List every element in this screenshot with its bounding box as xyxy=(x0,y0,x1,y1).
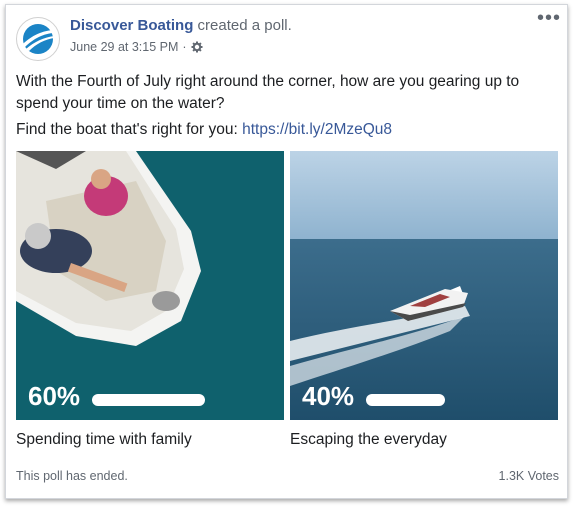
page-avatar[interactable] xyxy=(16,17,60,61)
option-label-family: Spending time with family xyxy=(16,431,192,448)
link-prefix: Find the boat that's right for you: xyxy=(16,121,238,138)
poll-vote-count[interactable]: 1.3K Votes xyxy=(499,469,559,483)
discover-boating-logo-icon xyxy=(23,24,55,54)
speedboat-photo xyxy=(290,151,558,420)
option-progress-bar xyxy=(92,394,205,406)
poll-post-card: Discover Boating created a poll. June 29… xyxy=(5,4,568,499)
post-link[interactable]: https://bit.ly/2MzeQu8 xyxy=(242,121,392,138)
option-label-escape: Escaping the everyday xyxy=(290,431,447,448)
post-body: With the Fourth of July right around the… xyxy=(16,73,520,112)
post-meta: June 29 at 3:15 PM · xyxy=(70,40,203,54)
boat-family-photo xyxy=(16,151,284,420)
poll-option-escape[interactable]: 40% xyxy=(290,151,558,420)
post-action: created a poll. xyxy=(197,17,292,34)
poll-status: This poll has ended. xyxy=(16,469,128,483)
post-header: Discover Boating created a poll. xyxy=(70,17,292,34)
more-options-icon[interactable]: ••• xyxy=(537,8,561,28)
option-progress-bar xyxy=(366,394,445,406)
gear-icon[interactable] xyxy=(191,41,203,53)
meta-separator: · xyxy=(182,40,187,54)
post-timestamp[interactable]: June 29 at 3:15 PM xyxy=(70,40,178,54)
option-percent: 40% xyxy=(302,381,355,411)
post-link-line: Find the boat that's right for you: http… xyxy=(16,121,392,139)
author-name[interactable]: Discover Boating xyxy=(70,17,193,34)
poll-option-family[interactable]: 60% xyxy=(16,151,284,420)
option-percent: 60% xyxy=(28,381,81,411)
